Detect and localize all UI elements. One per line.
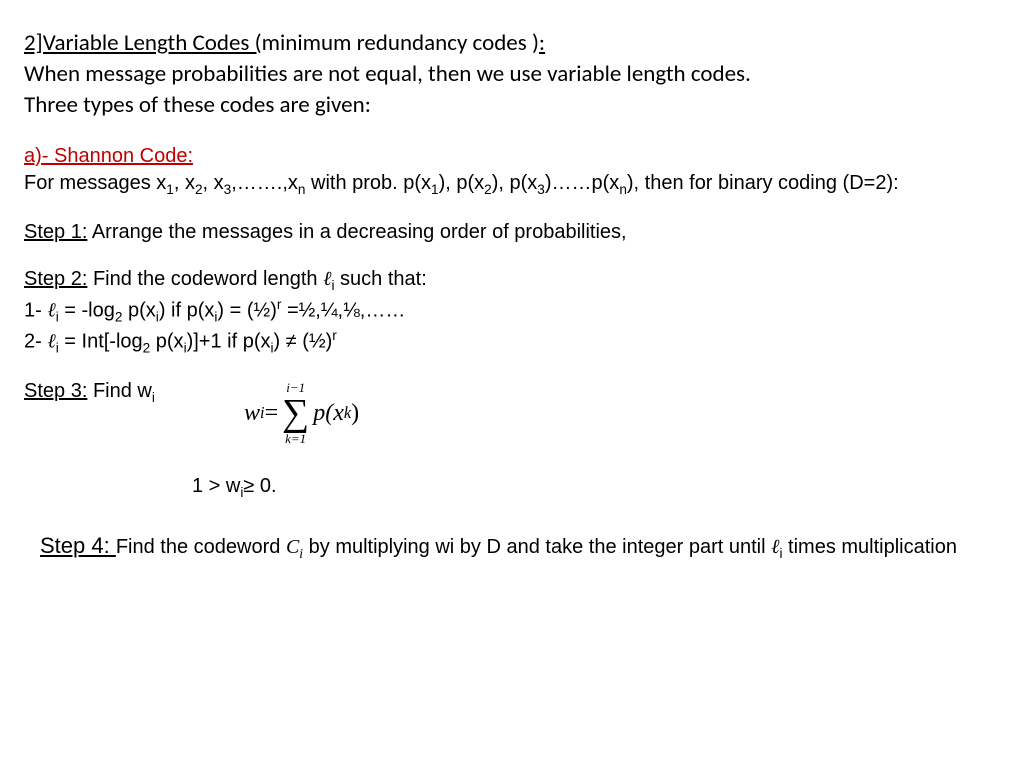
t: ≥ 0.: [243, 475, 276, 497]
t: For messages x: [24, 172, 166, 194]
title-mid: minimum redundancy codes ): [262, 29, 539, 57]
t: ) ≠ (½): [274, 330, 333, 352]
t: 1-: [24, 299, 47, 321]
t: ) = (½): [217, 299, 276, 321]
t: by multiplying wi by D and take the inte…: [303, 536, 771, 558]
t: 1: [431, 182, 439, 197]
intro-line1: When message probabilities are not equal…: [24, 59, 1000, 90]
step4: Step 4: Find the codeword Ci by multiply…: [40, 531, 1000, 563]
step3-inequality: 1 > wi≥ 0.: [192, 473, 1000, 502]
step2-line1: 1- ℓi = -log2 p(xi) if p(xi) = (½)r =½,¼…: [24, 296, 1000, 327]
t: C: [286, 536, 299, 558]
t: , x: [203, 172, 224, 194]
t: =½,¼,⅛,……: [281, 299, 405, 321]
step2-label: Step 2:: [24, 268, 87, 290]
t: p(x: [122, 299, 155, 321]
step1-text: Arrange the messages in a decreasing ord…: [87, 221, 626, 243]
step3-formula: wi = i−1 ∑ k=1 p(xk ): [244, 381, 1000, 445]
t: ): [351, 397, 359, 429]
t: k=1: [285, 432, 306, 445]
t: 1: [166, 182, 174, 197]
t: r: [332, 328, 337, 343]
t: times multiplication: [782, 536, 957, 558]
ell-icon: ℓ: [47, 330, 55, 352]
t: k: [344, 402, 351, 424]
t: p(x: [150, 330, 183, 352]
t: ,…….,x: [231, 172, 298, 194]
t: ) if p(x: [159, 299, 215, 321]
step4-label: Step 4:: [40, 533, 116, 558]
intro-line2: Three types of these codes are given:: [24, 90, 1000, 121]
t: 2: [484, 182, 492, 197]
t: Find w: [87, 380, 151, 402]
t: )]+1 if p(x: [187, 330, 271, 352]
step2: Step 2: Find the codeword length ℓi such…: [24, 266, 1000, 357]
section-title: 2]Variable Length Codes (minimum redunda…: [24, 28, 1000, 59]
t: Find the codeword length: [87, 268, 323, 290]
t: i: [152, 390, 155, 405]
t: )……p(x: [545, 172, 619, 194]
t: n: [619, 182, 627, 197]
sigma-icon: i−1 ∑ k=1: [282, 381, 309, 445]
step2-head: Step 2: Find the codeword length ℓi such…: [24, 266, 1000, 295]
t: ), p(x: [492, 172, 538, 194]
title-prefix: 2]Variable Length Codes (: [24, 29, 262, 57]
t: such that:: [334, 268, 426, 290]
t: ), then for binary coding (D=2):: [627, 172, 899, 194]
t: Find the codeword: [116, 536, 286, 558]
t: 3: [537, 182, 545, 197]
t: , x: [174, 172, 195, 194]
t: = -log: [59, 299, 115, 321]
t: p(x: [313, 397, 344, 429]
t: 2: [195, 182, 203, 197]
shannon-heading: a)- Shannon Code:: [24, 143, 1000, 170]
t: ), p(x: [439, 172, 485, 194]
t: =: [265, 397, 279, 429]
t: with prob. p(x: [305, 172, 431, 194]
t: ∑: [282, 394, 309, 432]
title-suffix: :: [539, 29, 545, 57]
t: 1 > w: [192, 475, 240, 497]
t: 2-: [24, 330, 47, 352]
t: w: [244, 397, 260, 429]
step1: Step 1: Arrange the messages in a decrea…: [24, 219, 1000, 246]
step1-label: Step 1:: [24, 221, 87, 243]
step2-line2: 2- ℓi = Int[-log2 p(xi)]+1 if p(xi) ≠ (½…: [24, 327, 1000, 358]
shannon-messages-line: For messages x1, x2, x3,…….,xn with prob…: [24, 170, 1000, 199]
step3-label: Step 3:: [24, 380, 87, 402]
t: = Int[-log: [59, 330, 143, 352]
ell-icon: ℓ: [47, 299, 55, 321]
